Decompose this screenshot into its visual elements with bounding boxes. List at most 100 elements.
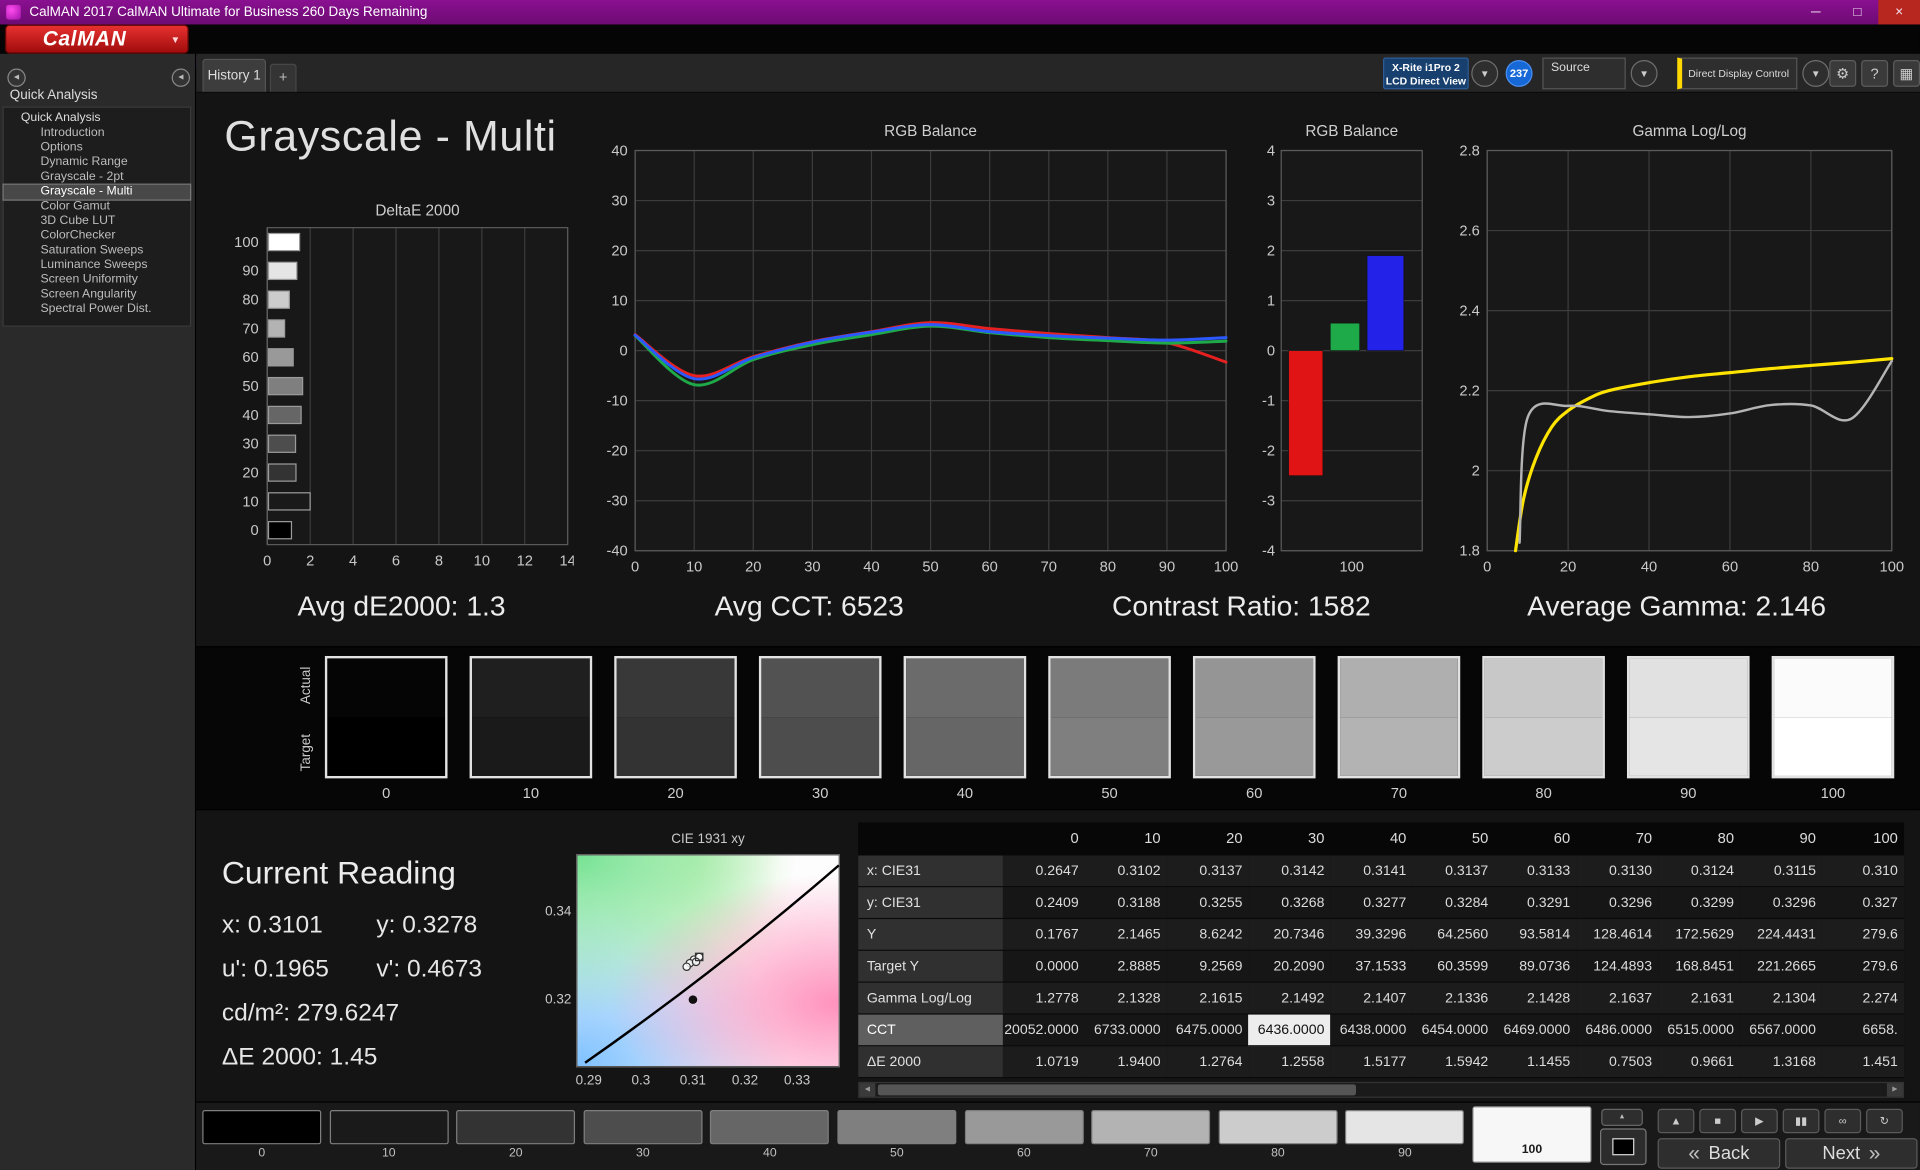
pause-icon[interactable]: ▮▮ (1783, 1109, 1820, 1133)
table-cell[interactable]: 0.3115 (1740, 855, 1822, 887)
table-cell[interactable]: 2.1637 (1576, 983, 1658, 1015)
table-cell[interactable]: 279.6 (1822, 919, 1904, 951)
table-cell[interactable]: 0.3277 (1331, 887, 1413, 919)
table-cell[interactable]: 2.1631 (1658, 983, 1740, 1015)
table-cell[interactable]: 168.8451 (1658, 951, 1740, 983)
sidebar-item-grayscale-2pt[interactable]: Grayscale - 2pt (4, 170, 190, 185)
table-cell[interactable]: 124.4893 (1576, 951, 1658, 983)
table-cell[interactable]: 20.2090 (1249, 951, 1331, 983)
table-cell[interactable]: 224.4431 (1740, 919, 1822, 951)
table-cell[interactable]: 89.0736 (1494, 951, 1576, 983)
display-control-selector[interactable]: Direct Display Control (1677, 58, 1797, 90)
calman-logo-menu[interactable]: CalMAN ▼ (5, 24, 189, 53)
table-cell[interactable]: 9.2569 (1167, 951, 1249, 983)
table-cell[interactable]: 2.1465 (1085, 919, 1167, 951)
source-dropdown-button[interactable]: ▼ (1631, 60, 1658, 87)
back-button[interactable]: « Back (1658, 1138, 1781, 1169)
sidebar-item-grayscale-multi[interactable]: Grayscale - Multi (4, 185, 190, 200)
table-cell[interactable]: 0.0000 (1003, 951, 1085, 983)
table-cell[interactable]: 0.3137 (1167, 855, 1249, 887)
table-cell[interactable]: 2.1407 (1331, 983, 1413, 1015)
table-cell[interactable]: 60.3599 (1412, 951, 1494, 983)
table-cell[interactable]: 6658. (1822, 1015, 1904, 1047)
table-cell[interactable]: 0.3291 (1494, 887, 1576, 919)
table-cell[interactable]: 1.0719 (1003, 1046, 1085, 1078)
table-cell[interactable]: 1.3168 (1740, 1046, 1822, 1078)
settings-button[interactable]: ⚙ (1829, 60, 1856, 87)
table-cell[interactable]: 8.6242 (1167, 919, 1249, 951)
table-row-label[interactable]: Gamma Log/Log (858, 983, 1003, 1015)
play-icon[interactable]: ▶ (1741, 1109, 1778, 1133)
table-cell[interactable]: 0.9661 (1658, 1046, 1740, 1078)
sidebar-item-3d-cube-lut[interactable]: 3D Cube LUT (4, 214, 190, 229)
eject-icon[interactable]: ▲ (1658, 1109, 1695, 1133)
table-cell[interactable]: 0.3188 (1085, 887, 1167, 919)
minimize-button[interactable]: ─ (1795, 0, 1837, 24)
pattern-window-button[interactable] (1600, 1128, 1647, 1165)
sidebar-item-options[interactable]: Options (4, 141, 190, 156)
sidebar-item-saturation-sweeps[interactable]: Saturation Sweeps (4, 244, 190, 259)
table-cell[interactable]: 0.3133 (1494, 855, 1576, 887)
table-cell[interactable]: 20.7346 (1249, 919, 1331, 951)
source-selector[interactable]: Source (1542, 58, 1625, 90)
table-cell[interactable]: 1.1455 (1494, 1046, 1576, 1078)
table-cell[interactable]: 2.1336 (1412, 983, 1494, 1015)
new-tab-button[interactable]: + (270, 64, 297, 92)
table-cell[interactable]: 1.9400 (1085, 1046, 1167, 1078)
maximize-button[interactable]: □ (1837, 0, 1879, 24)
table-cell[interactable]: 6454.0000 (1412, 1015, 1494, 1047)
table-cell[interactable]: 2.1492 (1249, 983, 1331, 1015)
sidebar-item-luminance-sweeps[interactable]: Luminance Sweeps (4, 258, 190, 273)
table-cell[interactable]: 0.3124 (1658, 855, 1740, 887)
table-cell[interactable]: 0.3142 (1249, 855, 1331, 887)
sidebar-item-screen-uniformity[interactable]: Screen Uniformity (4, 273, 190, 288)
table-cell[interactable]: 1.5942 (1412, 1046, 1494, 1078)
sidebar-options-button[interactable]: ◄ (7, 69, 25, 87)
table-cell[interactable]: 128.4614 (1576, 919, 1658, 951)
table-cell[interactable]: 0.3296 (1576, 887, 1658, 919)
table-cell[interactable]: 6436.0000 (1249, 1015, 1331, 1047)
table-cell[interactable]: 6733.0000 (1085, 1015, 1167, 1047)
table-row-label[interactable]: Target Y (858, 951, 1003, 983)
table-cell[interactable]: 6475.0000 (1167, 1015, 1249, 1047)
workspace-layout-button[interactable]: ▦ (1893, 60, 1920, 87)
sidebar-item-spectral-power-dist[interactable]: Spectral Power Dist. (4, 302, 190, 317)
table-cell[interactable]: 39.3296 (1331, 919, 1413, 951)
scrollbar-thumb[interactable] (878, 1084, 1356, 1095)
table-cell[interactable]: 1.2558 (1249, 1046, 1331, 1078)
table-row-label[interactable]: y: CIE31 (858, 887, 1003, 919)
meter-selector[interactable]: X-Rite i1Pro 2 LCD Direct View (1383, 58, 1469, 90)
table-cell[interactable]: 0.3137 (1412, 855, 1494, 887)
table-cell[interactable]: 6469.0000 (1494, 1015, 1576, 1047)
table-cell[interactable]: 0.3255 (1167, 887, 1249, 919)
table-cell[interactable]: 172.5629 (1658, 919, 1740, 951)
table-cell[interactable]: 1.2778 (1003, 983, 1085, 1015)
close-button[interactable]: × (1878, 0, 1920, 24)
sidebar-item-introduction[interactable]: Introduction (4, 126, 190, 141)
tree-root-quick-analysis[interactable]: Quick Analysis (4, 111, 190, 126)
table-cell[interactable]: 0.3102 (1085, 855, 1167, 887)
table-cell[interactable]: 0.3141 (1331, 855, 1413, 887)
table-cell[interactable]: 2.1328 (1085, 983, 1167, 1015)
table-cell[interactable]: 20052.0000 (1003, 1015, 1085, 1047)
scroll-right-icon[interactable]: ► (1887, 1083, 1903, 1096)
table-cell[interactable]: 2.1428 (1494, 983, 1576, 1015)
table-cell[interactable]: 0.3268 (1249, 887, 1331, 919)
help-button[interactable]: ? (1861, 60, 1888, 87)
table-cell[interactable]: 37.1533 (1331, 951, 1413, 983)
meter-dropdown-button[interactable]: ▼ (1471, 60, 1498, 87)
table-row-label[interactable]: CCT (858, 1015, 1003, 1047)
refresh-icon[interactable]: ↻ (1866, 1109, 1903, 1133)
table-cell[interactable]: 221.2665 (1740, 951, 1822, 983)
tab-history-1[interactable]: History 1 (202, 59, 266, 92)
table-cell[interactable]: 2.1304 (1740, 983, 1822, 1015)
table-cell[interactable]: 6438.0000 (1331, 1015, 1413, 1047)
sidebar-item-color-gamut[interactable]: Color Gamut (4, 199, 190, 214)
table-cell[interactable]: 0.1767 (1003, 919, 1085, 951)
table-cell[interactable]: 0.2409 (1003, 887, 1085, 919)
table-row-label[interactable]: ΔE 2000 (858, 1046, 1003, 1078)
table-cell[interactable]: 0.3299 (1658, 887, 1740, 919)
next-button[interactable]: Next » (1785, 1138, 1917, 1169)
table-cell[interactable]: 0.3284 (1412, 887, 1494, 919)
table-cell[interactable]: 0.2647 (1003, 855, 1085, 887)
